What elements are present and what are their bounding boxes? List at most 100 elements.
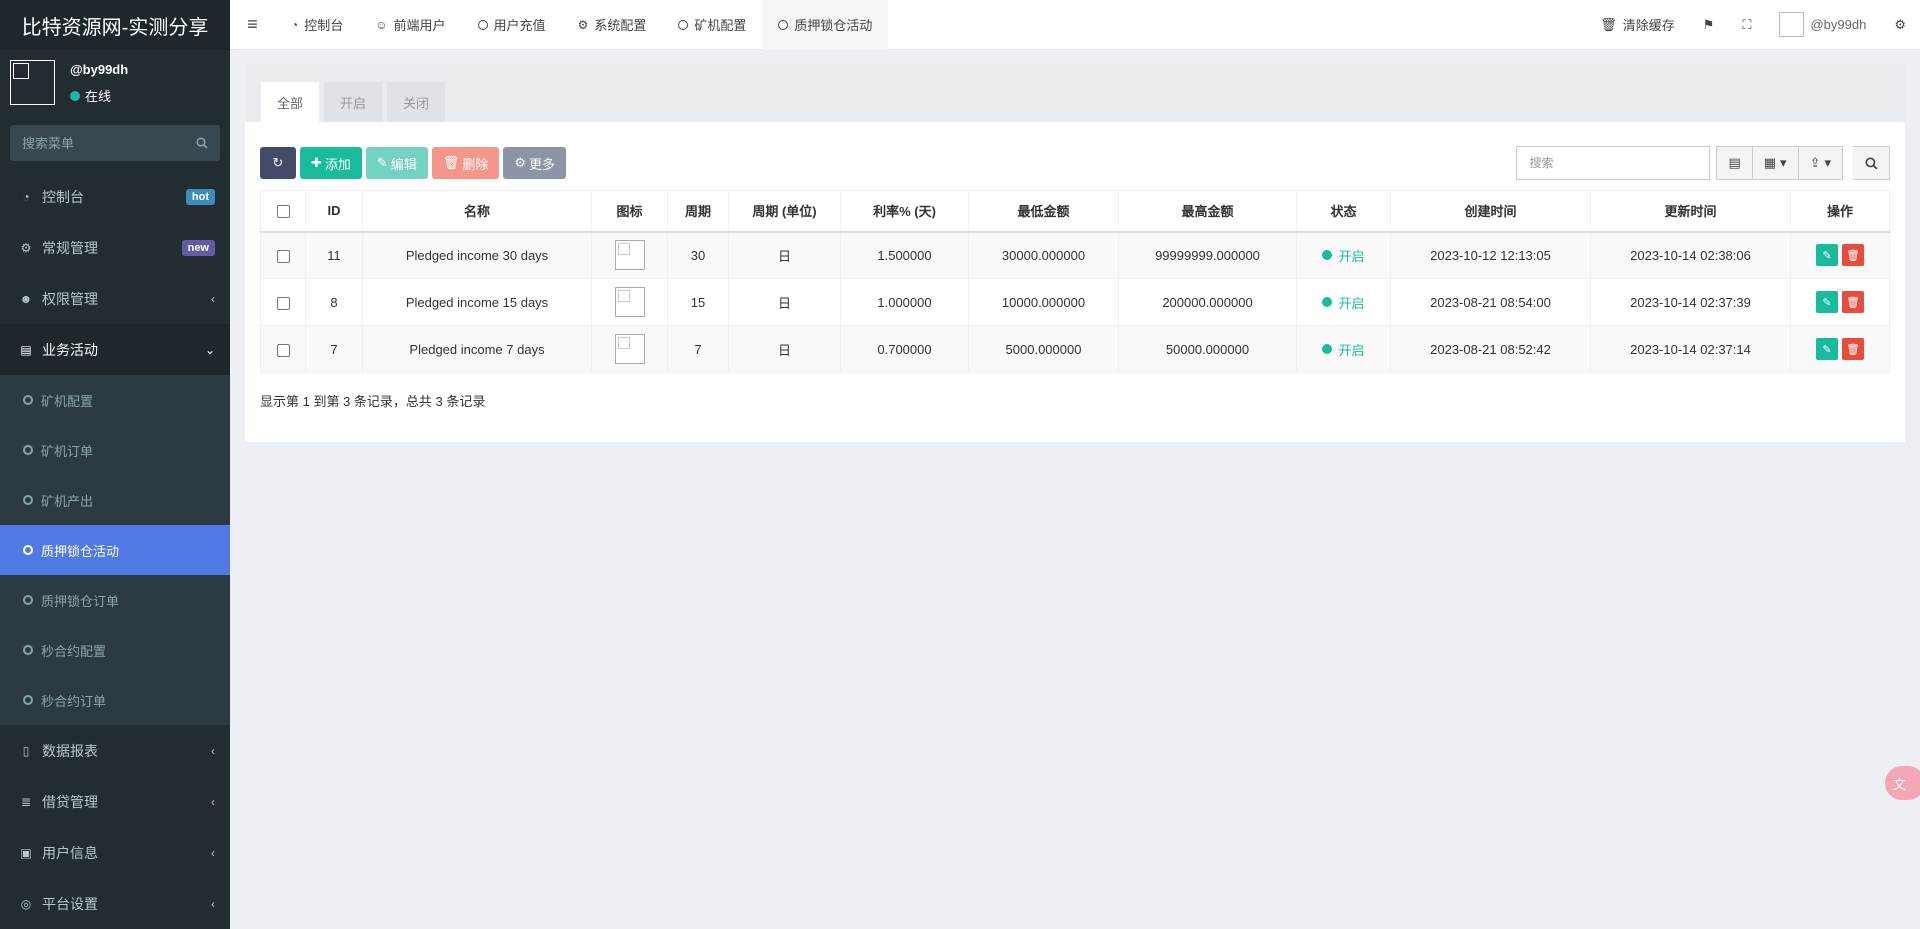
- translate-button[interactable]: 文: [1885, 766, 1920, 800]
- tab-dashboard[interactable]: ◔ 控制台: [275, 0, 359, 50]
- control-sidebar-button[interactable]: ⚙: [1880, 0, 1920, 50]
- sidebar-item-dashboard[interactable]: ◔ 控制台 hot: [0, 171, 230, 222]
- table-row[interactable]: 8 Pledged income 15 days 15 日 1.000000 1…: [260, 278, 1890, 326]
- column-header[interactable]: 利率% (天): [840, 190, 969, 233]
- status-badge[interactable]: 开启: [1322, 246, 1365, 265]
- user-menu[interactable]: @by99dh: [1765, 0, 1880, 50]
- row-delete-button[interactable]: 🗑: [1842, 244, 1864, 267]
- sidebar-item-reports[interactable]: ▯ 数据报表 ‹: [0, 725, 230, 776]
- sidebar-subitem-miner-output[interactable]: 矿机产出: [0, 475, 230, 525]
- column-header[interactable]: ID: [305, 190, 363, 233]
- sidebar-subitem-second-contract-orders[interactable]: 秒合约订单: [0, 675, 230, 725]
- tab-frontend-users[interactable]: ☺ 前端用户: [359, 0, 461, 50]
- search-button[interactable]: [1853, 146, 1890, 180]
- cell-ops: ✎ 🗑: [1790, 325, 1890, 373]
- broken-image-icon[interactable]: [614, 334, 645, 364]
- select-all-checkbox[interactable]: [276, 205, 290, 219]
- broken-image-icon[interactable]: [614, 287, 645, 317]
- edit-label: 编辑: [390, 156, 417, 172]
- column-header[interactable]: 创建时间: [1390, 190, 1591, 233]
- status-label: 开启: [1338, 295, 1365, 311]
- cell-max: 50000.000000: [1118, 325, 1297, 373]
- sidebar-item-business[interactable]: ▤ 业务活动 ⌄: [0, 324, 230, 375]
- more-button[interactable]: ⚙ 更多: [503, 147, 567, 179]
- row-checkbox[interactable]: [276, 296, 290, 310]
- sidebar-toggle-icon[interactable]: ≡: [230, 0, 275, 50]
- search-icon[interactable]: [196, 137, 208, 149]
- row-checkbox[interactable]: [276, 249, 290, 263]
- row-delete-button[interactable]: 🗑: [1842, 338, 1864, 360]
- column-header[interactable]: 更新时间: [1590, 190, 1791, 233]
- delete-button[interactable]: 🗑 删除: [431, 147, 500, 179]
- column-header[interactable]: 周期 (单位): [728, 190, 841, 233]
- circle-icon: [778, 19, 789, 30]
- tab-miner-config[interactable]: 矿机配置: [662, 0, 762, 50]
- column-header[interactable]: 周期: [667, 190, 729, 233]
- sidebar-subitem-miner-config[interactable]: 矿机配置: [0, 375, 230, 425]
- cogs-icon: ⚙: [1894, 16, 1906, 32]
- tab-label: 系统配置: [594, 18, 647, 33]
- tab-user-recharge[interactable]: 用户充值: [462, 0, 562, 50]
- sidebar-item-loans[interactable]: ≣ 借贷管理 ‹: [0, 776, 230, 827]
- filter-tab-on[interactable]: 开启: [324, 82, 383, 122]
- column-header[interactable]: 最低金额: [968, 190, 1119, 233]
- filter-tab-off[interactable]: 关闭: [387, 82, 446, 122]
- sidebar-item-user-info[interactable]: ▣ 用户信息 ‹: [0, 827, 230, 878]
- row-delete-button[interactable]: 🗑: [1842, 291, 1864, 313]
- sidebar-item-general[interactable]: ⚙ 常规管理 new: [0, 222, 230, 273]
- sidebar-item-permissions[interactable]: ☻ 权限管理 ‹: [0, 273, 230, 324]
- filter-tab-all[interactable]: 全部: [261, 82, 320, 122]
- circle-icon: [23, 445, 33, 455]
- online-dot-icon: [70, 90, 80, 101]
- sidebar-subitem-second-contract-config[interactable]: 秒合约配置: [0, 625, 230, 675]
- circle-icon: [477, 19, 488, 30]
- sidebar-subitem-pledge-activity[interactable]: 质押锁仓活动: [0, 525, 230, 575]
- broken-image-icon[interactable]: [614, 240, 645, 271]
- cell-updated: 2023-10-14 02:37:39: [1590, 278, 1791, 326]
- table-search-input[interactable]: [1516, 146, 1711, 180]
- column-header[interactable]: 名称: [362, 190, 592, 233]
- column-header[interactable]: 状态: [1296, 190, 1391, 233]
- cell-ops: ✎ 🗑: [1790, 231, 1890, 279]
- row-checkbox[interactable]: [276, 343, 290, 357]
- sidebar-item-platform-settings[interactable]: ◎ 平台设置 ‹: [0, 878, 230, 929]
- edit-button[interactable]: ✎ 编辑: [365, 147, 428, 179]
- tab-pledge-activity[interactable]: 质押锁仓活动: [762, 0, 889, 50]
- add-button[interactable]: ✚ 添加: [300, 147, 362, 179]
- cell-status: 开启: [1296, 231, 1391, 279]
- trash-icon: 🗑: [1846, 343, 1860, 356]
- fullscreen-button[interactable]: ⛶: [1728, 0, 1765, 50]
- row-edit-button[interactable]: ✎: [1816, 244, 1838, 267]
- cell-name: Pledged income 30 days: [362, 231, 592, 279]
- row-edit-button[interactable]: ✎: [1816, 338, 1838, 360]
- cell-rate: 1.000000: [840, 278, 969, 326]
- cogs-icon: ⚙: [20, 240, 32, 255]
- sidebar-subitem-pledge-orders[interactable]: 质押锁仓订单: [0, 575, 230, 625]
- tab-system-config[interactable]: ⚙ 系统配置: [562, 0, 663, 50]
- language-button[interactable]: ⚑: [1689, 0, 1729, 50]
- table-row[interactable]: 11 Pledged income 30 days 30 日 1.500000 …: [260, 231, 1890, 279]
- toolbar-right: ▤ ▦▾ ⇪▾: [1516, 146, 1890, 180]
- table-row[interactable]: 7 Pledged income 7 days 7 日 0.700000 500…: [260, 325, 1890, 373]
- export-button[interactable]: ⇪ ▾: [1798, 146, 1843, 180]
- cell-id: 11: [305, 231, 363, 279]
- refresh-button[interactable]: ↻: [260, 147, 296, 179]
- brand-logo[interactable]: 比特资源网-实测分享: [0, 0, 230, 50]
- dashboard-icon: ◔: [291, 17, 299, 32]
- cell-rate: 1.500000: [840, 231, 969, 279]
- pencil-icon: ✎: [1822, 296, 1832, 309]
- status-badge[interactable]: 开启: [1322, 340, 1365, 359]
- row-edit-button[interactable]: ✎: [1816, 291, 1838, 313]
- sidebar-search-input[interactable]: [22, 135, 192, 151]
- row-select-cell: [260, 325, 306, 373]
- clear-cache-button[interactable]: 🗑 清除缓存: [1586, 0, 1689, 50]
- columns-button[interactable]: ▦ ▾: [1752, 146, 1799, 180]
- column-header[interactable]: 最高金额: [1118, 190, 1297, 233]
- sidebar-subitem-miner-orders[interactable]: 矿机订单: [0, 425, 230, 475]
- trash-icon: 🗑: [442, 155, 460, 170]
- status-badge[interactable]: 开启: [1322, 293, 1365, 312]
- tab-label: 用户充值: [493, 18, 546, 33]
- sidebar-item-label: 常规管理: [42, 239, 98, 256]
- toggle-view-button[interactable]: ▤: [1716, 146, 1753, 180]
- circle-icon: [23, 695, 33, 705]
